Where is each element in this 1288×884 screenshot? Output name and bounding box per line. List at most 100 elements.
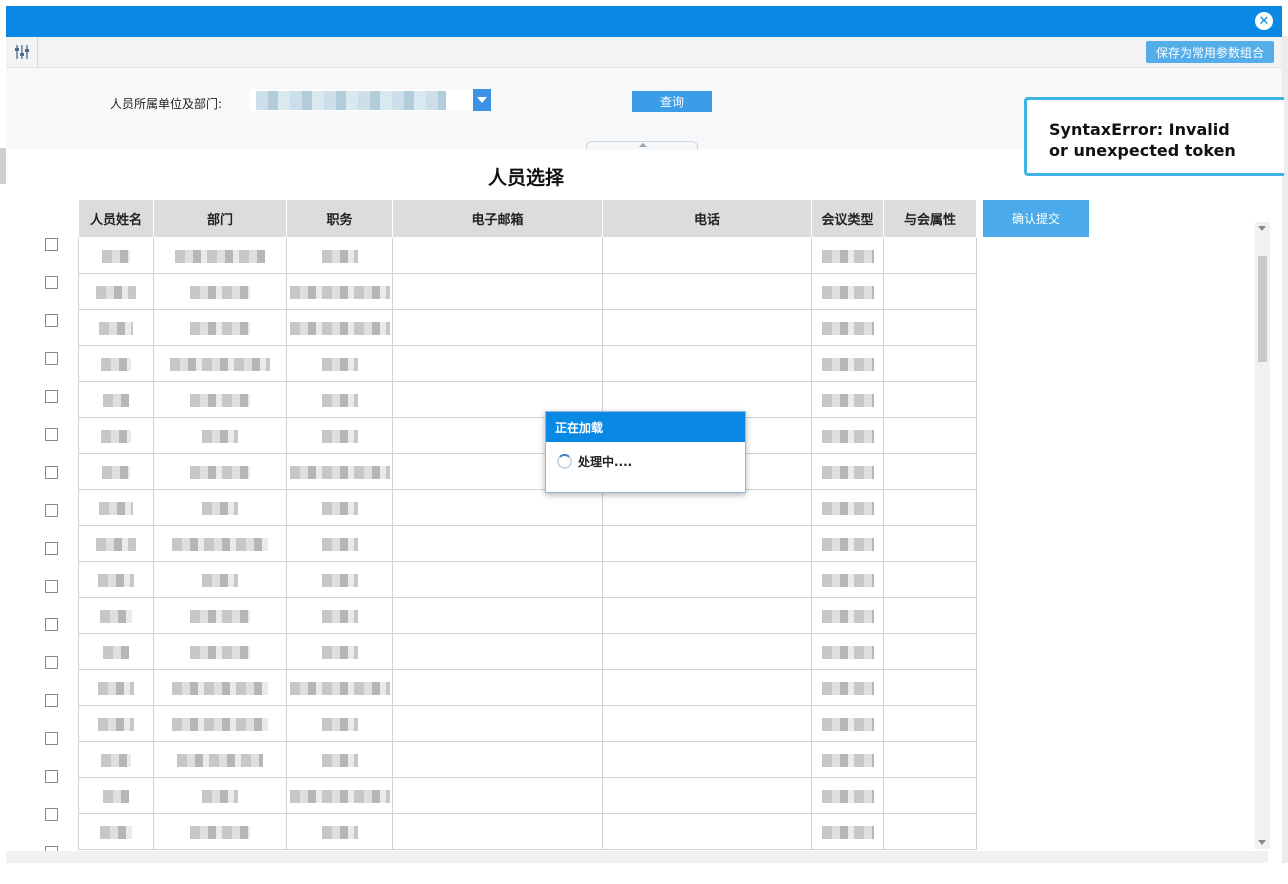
row-checkbox[interactable] — [45, 732, 58, 745]
row-checkbox[interactable] — [45, 466, 58, 479]
table-row[interactable] — [78, 813, 977, 850]
table-row[interactable] — [78, 597, 977, 634]
query-button[interactable]: 查询 — [632, 91, 712, 112]
redacted-value — [101, 357, 131, 371]
cell-name — [78, 309, 154, 346]
row-checkbox[interactable] — [45, 770, 58, 783]
collapse-toggle[interactable] — [586, 141, 698, 150]
redacted-value — [190, 609, 250, 623]
cell-name — [78, 705, 154, 742]
cell-department — [153, 237, 287, 274]
table-row[interactable] — [78, 633, 977, 670]
close-icon[interactable]: ✕ — [1255, 12, 1273, 30]
scroll-thumb[interactable] — [1258, 256, 1267, 362]
row-checkbox[interactable] — [45, 390, 58, 403]
cell-attendance — [883, 777, 977, 814]
row-checkbox[interactable] — [45, 808, 58, 821]
cell-email — [392, 777, 603, 814]
table-row[interactable] — [78, 273, 977, 310]
row-checkbox[interactable] — [45, 542, 58, 555]
cell-email — [392, 345, 603, 382]
redacted-value — [202, 429, 238, 443]
dept-select[interactable] — [250, 89, 491, 111]
cell-position — [286, 237, 393, 274]
row-checkbox[interactable] — [45, 618, 58, 631]
table-row[interactable] — [78, 705, 977, 742]
cell-department — [153, 525, 287, 562]
table-row[interactable] — [78, 777, 977, 814]
row-checkbox[interactable] — [45, 428, 58, 441]
row-checkbox[interactable] — [45, 314, 58, 327]
col-header-department[interactable]: 部门 — [153, 199, 287, 238]
confirm-submit-button[interactable]: 确认提交 — [983, 200, 1089, 237]
table-row[interactable] — [78, 309, 977, 346]
cell-name — [78, 525, 154, 562]
horizontal-scrollbar[interactable] — [6, 851, 1268, 863]
cell-position — [286, 705, 393, 742]
chevron-down-icon[interactable] — [473, 89, 491, 111]
toolbar: 保存为常用参数组合 — [6, 37, 1282, 68]
table-row[interactable] — [78, 561, 977, 598]
loading-message: 处理中.... — [578, 455, 633, 469]
table-row[interactable] — [78, 381, 977, 418]
row-checkbox[interactable] — [45, 238, 58, 251]
table-row[interactable] — [78, 489, 977, 526]
table-row[interactable] — [78, 669, 977, 706]
sliders-icon[interactable] — [6, 37, 38, 67]
cell-position — [286, 345, 393, 382]
col-header-attendance[interactable]: 与会属性 — [883, 199, 977, 238]
redacted-value — [321, 249, 358, 263]
dept-label: 人员所属单位及部门: — [110, 97, 223, 111]
col-header-position[interactable]: 职务 — [286, 199, 393, 238]
cell-email — [392, 705, 603, 742]
row-checkbox[interactable] — [45, 276, 58, 289]
table-row[interactable] — [78, 417, 977, 454]
redacted-value — [102, 465, 130, 479]
cell-department — [153, 669, 287, 706]
table-row[interactable] — [78, 525, 977, 562]
redacted-value — [101, 429, 131, 443]
cell-department — [153, 453, 287, 490]
cell-email — [392, 273, 603, 310]
redacted-value — [103, 393, 129, 407]
redacted-value — [321, 501, 358, 515]
table-row[interactable] — [78, 345, 977, 382]
redacted-value — [177, 753, 263, 767]
redacted-value — [821, 357, 874, 371]
cell-email — [392, 741, 603, 778]
row-checkbox[interactable] — [45, 580, 58, 593]
col-header-meeting-type[interactable]: 会议类型 — [811, 199, 884, 238]
redacted-value — [98, 681, 134, 695]
cell-attendance — [883, 489, 977, 526]
row-checkbox[interactable] — [45, 694, 58, 707]
scroll-down-icon[interactable] — [1258, 840, 1266, 845]
cell-name — [78, 381, 154, 418]
col-header-phone[interactable]: 电话 — [602, 199, 812, 238]
redacted-value — [172, 681, 268, 695]
cell-attendance — [883, 741, 977, 778]
col-header-name[interactable]: 人员姓名 — [78, 199, 154, 238]
cell-position — [286, 309, 393, 346]
row-checkbox[interactable] — [45, 352, 58, 365]
cell-phone — [602, 777, 812, 814]
save-parameter-combo-button[interactable]: 保存为常用参数组合 — [1146, 41, 1274, 63]
table-row[interactable] — [78, 237, 977, 274]
cell-position — [286, 597, 393, 634]
redacted-value — [100, 609, 132, 623]
redacted-value — [289, 681, 390, 695]
col-header-email[interactable]: 电子邮箱 — [392, 199, 603, 238]
row-checkbox[interactable] — [45, 504, 58, 517]
table-row[interactable] — [78, 741, 977, 778]
row-checkbox[interactable] — [45, 656, 58, 669]
table-row[interactable] — [78, 453, 977, 490]
cell-name — [78, 597, 154, 634]
redacted-value — [98, 573, 134, 587]
vertical-scrollbar[interactable] — [1255, 222, 1270, 849]
redacted-value — [821, 573, 874, 587]
cell-meeting-type — [811, 489, 884, 526]
scroll-up-icon[interactable] — [1258, 226, 1266, 231]
redacted-value — [289, 465, 390, 479]
cell-meeting-type — [811, 309, 884, 346]
cell-name — [78, 669, 154, 706]
cell-department — [153, 381, 287, 418]
